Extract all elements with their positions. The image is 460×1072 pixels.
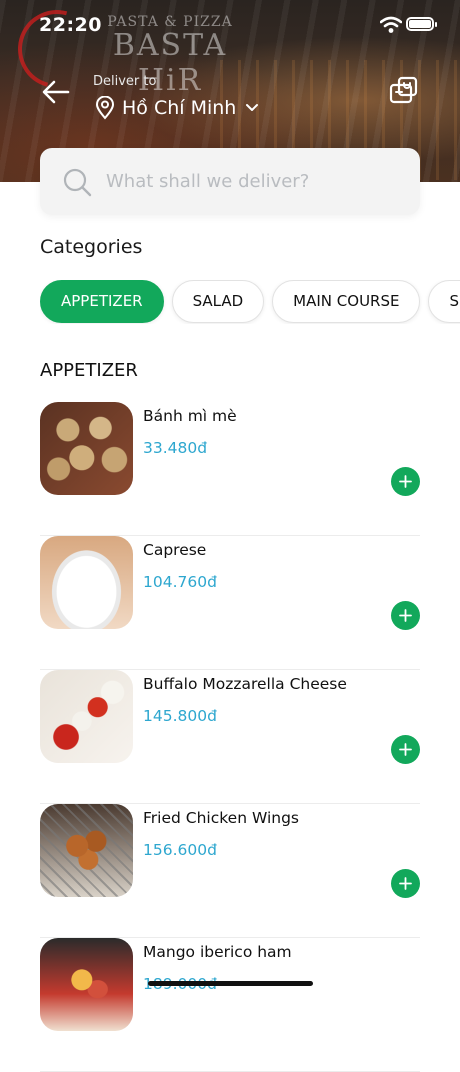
product-price: 104.760đ [143, 573, 217, 591]
plus-icon [399, 877, 412, 890]
product-item[interactable]: Buffalo Mozzarella Cheese 145.800đ [40, 670, 420, 804]
category-chip-main-course[interactable]: MAIN COURSE [272, 280, 421, 323]
plus-icon [399, 475, 412, 488]
location-city: Hồ Chí Minh [122, 97, 237, 119]
product-item[interactable]: Mango iberico ham 189.000đ [40, 938, 420, 1072]
product-name: Buffalo Mozzarella Cheese [143, 675, 347, 693]
add-to-cart-button[interactable] [391, 601, 420, 630]
category-chip-appetizer[interactable]: APPETIZER [40, 280, 164, 323]
category-chip-partial[interactable]: S [428, 280, 460, 323]
salad-image [40, 536, 133, 629]
product-name: Caprese [143, 541, 207, 559]
add-to-cart-button[interactable] [391, 735, 420, 764]
bread-image [40, 402, 133, 495]
category-chips: APPETIZER SALAD MAIN COURSE S [40, 280, 460, 324]
product-name: Fried Chicken Wings [143, 809, 299, 827]
product-price: 33.480đ [143, 439, 208, 457]
location-selector[interactable]: Hồ Chí Minh [95, 94, 259, 122]
status-bar: 22:20 [0, 0, 460, 50]
product-item[interactable]: Caprese 104.760đ [40, 536, 420, 670]
add-to-cart-button[interactable] [391, 869, 420, 898]
battery-icon [406, 17, 437, 31]
home-indicator[interactable] [148, 981, 313, 986]
product-name: Bánh mì mè [143, 407, 237, 425]
search-bar[interactable] [40, 148, 420, 215]
product-price: 156.600đ [143, 841, 217, 859]
deliver-to-label: Deliver to [93, 74, 157, 89]
shopping-bag-icon[interactable] [388, 74, 420, 106]
product-list: Bánh mì mè 33.480đ Caprese 104.760đ Buff… [40, 402, 420, 1072]
chicken-wings-image [40, 804, 133, 897]
section-title: APPETIZER [40, 360, 138, 381]
status-time: 22:20 [39, 14, 102, 36]
category-chip-salad[interactable]: SALAD [171, 280, 265, 323]
plus-icon [399, 743, 412, 756]
mozzarella-image [40, 670, 133, 763]
product-item[interactable]: Bánh mì mè 33.480đ [40, 402, 420, 536]
wifi-icon [380, 16, 402, 33]
search-input[interactable] [104, 170, 408, 193]
plus-icon [399, 609, 412, 622]
location-pin-icon [95, 96, 115, 120]
ham-image [40, 938, 133, 1031]
chevron-down-icon [246, 104, 259, 111]
product-item[interactable]: Fried Chicken Wings 156.600đ [40, 804, 420, 938]
product-price: 145.800đ [143, 707, 217, 725]
add-to-cart-button[interactable] [391, 467, 420, 496]
back-arrow-icon[interactable] [40, 76, 72, 108]
product-name: Mango iberico ham [143, 943, 292, 961]
categories-title: Categories [40, 236, 143, 258]
search-icon [63, 168, 92, 196]
